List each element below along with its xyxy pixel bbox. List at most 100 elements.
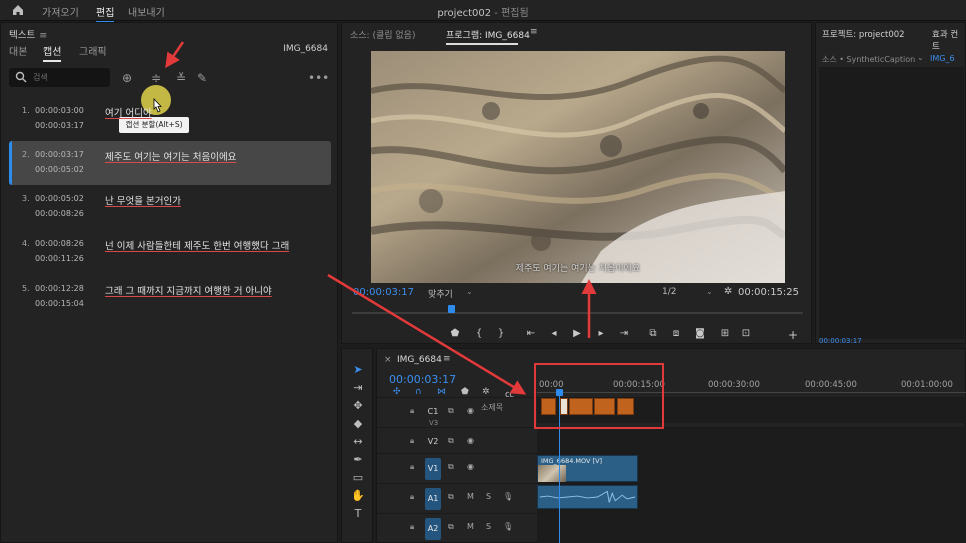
eye-icon[interactable]: ◉ (467, 436, 474, 445)
resolution-select[interactable]: 1/2 (662, 287, 676, 297)
search-box[interactable] (9, 68, 110, 87)
toggle-sync-icon[interactable]: ⧉ (448, 462, 454, 472)
lock-icon[interactable]: 🔒︎ (410, 492, 414, 502)
add-button-icon[interactable]: + (786, 328, 800, 342)
button-editor-icon[interactable]: ⊡ (739, 328, 753, 339)
add-marker-icon[interactable]: ⬟ (461, 387, 469, 397)
settings-wrench-icon[interactable]: ✲ (482, 387, 490, 397)
mute-icon[interactable]: M (467, 492, 474, 501)
eye-icon[interactable]: ◉ (467, 406, 474, 415)
tab-captions[interactable]: 캡션 (43, 43, 62, 62)
step-forward-icon[interactable]: ▸ (594, 328, 608, 339)
eye-icon[interactable]: ◉ (467, 462, 474, 471)
linked-selection-icon[interactable]: ⋈ (437, 387, 446, 397)
timeline-timecode[interactable]: 00:00:03:17 (389, 373, 456, 386)
track-label[interactable]: V1 (425, 458, 441, 480)
chevron-down-icon[interactable]: ⌄ (466, 287, 473, 296)
search-input[interactable] (33, 70, 105, 84)
overwrite-icon[interactable]: ⧈ (669, 328, 683, 339)
tab-transcript[interactable]: 대본 (9, 43, 27, 58)
solo-icon[interactable]: S (486, 522, 491, 531)
sequence-tab[interactable]: IMG_6684 (397, 355, 442, 365)
camera-icon[interactable]: ◙ (693, 328, 707, 339)
lock-icon[interactable]: 🔒︎ (410, 406, 414, 416)
track-label[interactable]: C1 (425, 405, 441, 419)
chevron-down-icon[interactable]: ⌄ (917, 53, 924, 62)
toggle-sync-icon[interactable]: ⧉ (448, 406, 454, 416)
slip-tool-icon[interactable]: ↔ (350, 435, 366, 449)
go-to-in-icon[interactable]: ⇤ (524, 328, 538, 339)
split-caption-icon[interactable]: ≑ (149, 71, 163, 85)
marker-icon[interactable]: ⬟ (448, 328, 462, 339)
mute-icon[interactable]: M (467, 522, 474, 531)
tab-project[interactable]: 프로젝트: project002 (822, 28, 905, 40)
caption-text[interactable]: 여기 어디야 (105, 105, 152, 119)
multicam-icon[interactable]: ⊞ (718, 328, 732, 339)
source-clip-label: 소스 • SyntheticCaption (822, 55, 916, 64)
toggle-sync-icon[interactable]: ⧉ (448, 522, 454, 532)
track-area-a2[interactable] (537, 513, 966, 543)
toggle-sync-icon[interactable]: ⧉ (448, 436, 454, 446)
caption-row[interactable]: 3. 00:00:05:02 00:00:08:26 난 무엇을 본거인가 (9, 185, 331, 229)
top-bar: 가져오기 편집 내보내기 project002 - 편집됨 (0, 0, 966, 23)
edit-pencil-icon[interactable]: ✎ (195, 71, 209, 85)
zoom-fit-select[interactable]: 맞추기 (428, 287, 453, 300)
panel-menu-icon[interactable]: ≡ (39, 30, 47, 41)
insert-icon[interactable]: ⧉ (646, 328, 660, 339)
pen-tool-icon[interactable]: ✒ (350, 453, 366, 467)
lock-icon[interactable]: 🔒︎ (410, 522, 414, 532)
toggle-sync-icon[interactable]: ⧉ (448, 492, 454, 502)
caption-text[interactable]: 제주도 여기는 여기는 처음이에요 (105, 149, 236, 163)
solo-icon[interactable]: S (486, 492, 491, 501)
target-clip-label[interactable]: IMG_6 (930, 54, 955, 63)
caption-text[interactable]: 넌 이제 사람들한테 제주도 한번 여행했다 그래 (105, 238, 289, 252)
tab-source-monitor[interactable]: 소스: (클립 없음) (350, 28, 415, 41)
track-label[interactable]: A2 (425, 518, 441, 540)
type-tool-icon[interactable]: T (350, 507, 366, 521)
caption-text[interactable]: 난 무엇을 본거인가 (105, 193, 181, 207)
microphone-icon[interactable]: 🎙︎ (503, 522, 513, 531)
caption-text[interactable]: 그래 그 때까지 지금까지 여행한 거 아니야 (105, 283, 272, 297)
tab-graphics[interactable]: 그래픽 (79, 43, 107, 58)
add-caption-icon[interactable]: ⊕ (120, 71, 134, 85)
hand-tool-icon[interactable]: ✋ (350, 489, 366, 503)
panel-menu-icon[interactable]: ≡ (530, 27, 538, 37)
mark-in-icon[interactable]: { (472, 328, 486, 339)
panel-title-label: 텍스트 (9, 30, 36, 41)
tab-effect-controls[interactable]: 효과 컨트 (932, 28, 965, 52)
nest-icon[interactable]: ✣ (393, 387, 401, 397)
caption-row[interactable]: 1. 00:00:03:00 00:00:03:17 여기 어디야 (9, 97, 331, 141)
audio-clip[interactable] (537, 485, 638, 509)
playhead-handle[interactable] (448, 305, 455, 313)
track-area-v2[interactable] (537, 427, 966, 453)
panel-menu-icon[interactable]: ≡ (443, 354, 451, 364)
snap-magnet-icon[interactable]: ∩ (415, 387, 422, 397)
merge-caption-icon[interactable]: ≚ (174, 71, 188, 85)
track-select-tool-icon[interactable]: ⇥ (350, 381, 366, 395)
playhead-timecode[interactable]: 00:00:03:17 (353, 287, 414, 298)
tab-program-monitor[interactable]: 프로그램: IMG_6684 (446, 28, 530, 45)
caption-overlay: 제주도 여기는 여기는 처음이에요 (515, 264, 641, 274)
caption-row-selected[interactable]: 2. 00:00:03:17 00:00:05:02 제주도 여기는 여기는 처… (9, 141, 331, 185)
lock-icon[interactable]: 🔒︎ (410, 436, 414, 446)
step-back-icon[interactable]: ◂ (547, 328, 561, 339)
scrub-bar[interactable] (352, 312, 803, 314)
caption-row[interactable]: 5. 00:00:12:28 00:00:15:04 그래 그 때까지 지금까지… (9, 275, 331, 319)
play-icon[interactable]: ▶ (570, 328, 584, 339)
selection-tool-icon[interactable]: ➤ (350, 363, 366, 377)
go-to-out-icon[interactable]: ⇥ (617, 328, 631, 339)
track-label[interactable]: V2 (425, 435, 441, 449)
microphone-icon[interactable]: 🎙︎ (503, 492, 513, 501)
track-label[interactable]: A1 (425, 488, 441, 510)
rectangle-tool-icon[interactable]: ▭ (350, 471, 366, 485)
wrench-icon[interactable]: ✲ (724, 286, 732, 297)
close-icon[interactable]: × (384, 355, 392, 365)
chevron-down-icon[interactable]: ⌄ (706, 287, 713, 296)
video-clip[interactable]: IMG_6684.MOV [V] (537, 455, 638, 482)
lock-icon[interactable]: 🔒︎ (410, 462, 414, 472)
more-options-icon[interactable]: ••• (308, 71, 329, 85)
ripple-edit-tool-icon[interactable]: ✥ (350, 399, 366, 413)
caption-row[interactable]: 4. 00:00:08:26 00:00:11:26 넌 이제 사람들한테 제주… (9, 230, 331, 274)
mark-out-icon[interactable]: } (494, 328, 508, 339)
razor-tool-icon[interactable]: ◆ (350, 417, 366, 431)
